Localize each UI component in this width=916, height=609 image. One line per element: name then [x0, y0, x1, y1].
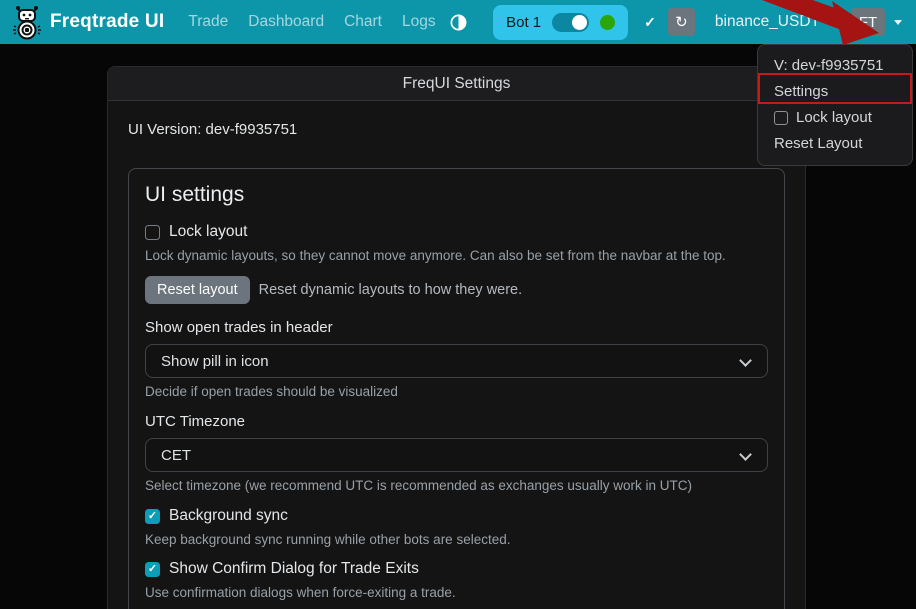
nav-links: Trade Dashboard Chart Logs	[178, 13, 445, 31]
refresh-button[interactable]: ↻	[668, 8, 695, 36]
menu-item-lock-layout[interactable]: Lock layout	[758, 105, 912, 131]
settings-card-title: FreqUI Settings	[403, 75, 511, 93]
checkmark-icon: ✓	[148, 564, 157, 575]
chevron-down-icon	[739, 448, 752, 461]
lock-layout-checkbox[interactable]	[145, 225, 160, 240]
bot-selector-pill[interactable]: Bot 1	[493, 5, 628, 40]
background-sync-row: ✓ Background sync	[145, 507, 768, 525]
confirm-dialog-row: ✓ Show Confirm Dialog for Trade Exits	[145, 560, 768, 578]
reset-layout-description: Reset dynamic layouts to how they were.	[259, 282, 523, 298]
bot-enable-toggle[interactable]	[552, 13, 589, 32]
settings-card: FreqUI Settings UI Version: dev-f9935751…	[107, 66, 806, 609]
lock-layout-description: Lock dynamic layouts, so they cannot mov…	[145, 248, 768, 263]
lock-layout-menu-checkbox[interactable]	[774, 111, 788, 125]
settings-card-body: UI Version: dev-f9935751 UI settings Loc…	[108, 101, 805, 609]
navbar: Freqtrade UI Trade Dashboard Chart Logs …	[0, 0, 916, 44]
login-caret-down-icon	[826, 20, 832, 24]
confirm-dialog-checkbox[interactable]: ✓	[145, 562, 160, 577]
background-sync-label: Background sync	[169, 507, 288, 525]
login-bot-name[interactable]: binance_USDT	[715, 13, 820, 31]
lock-layout-label: Lock layout	[169, 223, 247, 241]
freqtrade-robot-logo-icon	[12, 4, 42, 40]
open-trades-selected-value: Show pill in icon	[161, 353, 269, 370]
confirm-dialog-description: Use confirmation dialogs when force-exit…	[145, 585, 768, 600]
bot-name-label: Bot 1	[506, 14, 541, 31]
nav-link-logs[interactable]: Logs	[392, 13, 446, 31]
nav-link-dashboard[interactable]: Dashboard	[238, 13, 334, 31]
timezone-description: Select timezone (we recommend UTC is rec…	[145, 478, 768, 493]
brand-title: Freqtrade UI	[50, 11, 164, 33]
settings-card-header: FreqUI Settings	[108, 67, 805, 101]
open-trades-label: Show open trades in header	[145, 319, 768, 336]
checkmark-icon: ✓	[148, 511, 157, 522]
timezone-selected-value: CET	[161, 447, 191, 464]
chevron-down-icon	[739, 354, 752, 367]
background-sync-description: Keep background sync running while other…	[145, 532, 768, 547]
user-avatar-button[interactable]: FT	[851, 8, 885, 36]
lock-layout-row: Lock layout	[145, 223, 768, 241]
bot-connected-check-icon: ✓	[644, 14, 656, 31]
brand[interactable]: Freqtrade UI	[12, 4, 164, 40]
nav-link-chart[interactable]: Chart	[334, 13, 392, 31]
ui-settings-section: UI settings Lock layout Lock dynamic lay…	[128, 168, 785, 609]
freqtrade-ui-screen: Freqtrade UI Trade Dashboard Chart Logs …	[0, 0, 916, 609]
timezone-select[interactable]: CET	[145, 438, 768, 472]
menu-item-settings[interactable]: Settings	[758, 79, 912, 105]
nav-link-trade[interactable]: Trade	[178, 13, 238, 31]
ui-version-text: UI Version: dev-f9935751	[128, 121, 785, 138]
refresh-icon: ↻	[675, 13, 688, 31]
ui-settings-title: UI settings	[145, 183, 768, 207]
theme-toggle-icon[interactable]	[450, 14, 467, 31]
timezone-label: UTC Timezone	[145, 413, 768, 430]
menu-item-reset-layout[interactable]: Reset Layout	[758, 131, 912, 157]
open-trades-description: Decide if open trades should be visualiz…	[145, 384, 768, 399]
confirm-dialog-label: Show Confirm Dialog for Trade Exits	[169, 560, 419, 578]
background-sync-checkbox[interactable]: ✓	[145, 509, 160, 524]
navbar-right: Bot 1 ✓ ↻ binance_USDT FT	[493, 5, 906, 40]
user-menu-caret-down-icon	[894, 20, 902, 25]
user-dropdown-menu: V: dev-f9935751 Settings Lock layout Res…	[757, 44, 913, 166]
menu-item-version: V: dev-f9935751	[758, 53, 912, 79]
reset-layout-button[interactable]: Reset layout	[145, 276, 250, 304]
reset-layout-row: Reset layout Reset dynamic layouts to ho…	[145, 276, 768, 304]
open-trades-select[interactable]: Show pill in icon	[145, 344, 768, 378]
lock-layout-menu-label: Lock layout	[796, 105, 872, 131]
bot-online-dot	[600, 15, 615, 30]
